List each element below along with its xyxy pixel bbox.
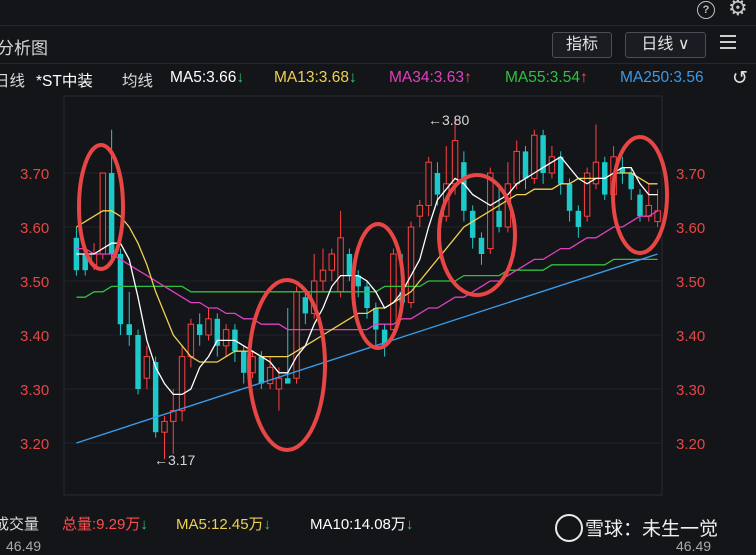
candle-body <box>628 173 634 190</box>
volume-ma10: MA10:14.08万↓ <box>310 516 414 533</box>
candle-body <box>328 253 336 271</box>
candle-body <box>373 308 379 330</box>
candle-body <box>161 420 168 433</box>
candle-body <box>558 156 564 184</box>
y-tick-label-left: 3.60 <box>20 220 49 237</box>
candle-body <box>566 183 573 211</box>
volume-axis-right: 46.49 <box>676 538 712 554</box>
candle-body <box>337 237 344 293</box>
candle-body <box>126 324 132 335</box>
y-tick-label-right: 3.30 <box>676 382 705 399</box>
candle-body <box>478 237 485 254</box>
candle-body <box>135 335 141 389</box>
volume-ma5: MA5:12.45万↓ <box>176 516 272 533</box>
candle-body <box>364 286 370 308</box>
candle-body <box>522 151 529 179</box>
y-tick-label-left: 3.30 <box>20 382 49 399</box>
y-tick-label-left: 3.50 <box>20 274 49 291</box>
candle-body <box>469 210 476 238</box>
candle-body <box>390 253 397 331</box>
candle-body <box>346 254 353 276</box>
candle-body <box>583 172 591 217</box>
candle-body <box>434 173 441 195</box>
candle-body <box>302 297 309 314</box>
y-tick-label-right: 3.60 <box>676 220 705 237</box>
candle-body <box>592 161 600 185</box>
candle-body <box>99 172 107 255</box>
candle-body <box>240 351 247 373</box>
candle-body <box>108 173 115 254</box>
y-tick-label-right: 3.20 <box>676 436 705 453</box>
ma55-line <box>76 258 658 298</box>
candle-body <box>187 323 195 358</box>
candle-body <box>637 194 643 217</box>
candle-body <box>293 291 300 379</box>
candle-body <box>178 356 186 412</box>
candle-body <box>196 324 203 335</box>
candlestick-chart: 3.70 3.70 3.60 3.60 3.50 3.50 3.40 3.40 3.30 3.30… <box>20 95 705 496</box>
y-tick-label-left: 3.70 <box>20 166 49 183</box>
volume-label: 成交量 <box>0 516 40 533</box>
candle-body <box>416 204 424 217</box>
y-tick-label-right: 3.70 <box>676 166 705 183</box>
y-tick-label-left: 3.40 <box>20 328 49 345</box>
highlight-circle <box>437 173 517 297</box>
volume-total: 总量:9.29万↓ <box>62 516 148 533</box>
candle-body <box>513 150 520 185</box>
candle-body <box>425 161 432 206</box>
candle-body <box>548 156 556 174</box>
y-tick-label-right: 3.50 <box>676 274 705 291</box>
candle-body <box>275 377 283 390</box>
candle-body <box>222 329 230 347</box>
xueqiu-logo-icon <box>555 514 583 542</box>
candle-body <box>496 210 502 227</box>
candle-body <box>143 356 151 379</box>
candle-body <box>319 269 327 282</box>
candle-body <box>117 254 124 325</box>
candle-body <box>152 362 159 433</box>
candle-body <box>575 210 582 227</box>
plot-frame <box>63 95 663 496</box>
low-price-label: ←3.17 <box>154 452 195 468</box>
high-price-label: ←3.80 <box>428 112 469 128</box>
volume-axis-left: 46.49 <box>6 538 42 554</box>
candle-body <box>205 318 212 336</box>
candle-body <box>258 356 265 384</box>
candle-body <box>451 140 459 185</box>
y-tick-label-right: 3.40 <box>676 328 705 345</box>
y-tick-label-left: 3.20 <box>20 436 49 453</box>
candle-body <box>285 378 291 384</box>
